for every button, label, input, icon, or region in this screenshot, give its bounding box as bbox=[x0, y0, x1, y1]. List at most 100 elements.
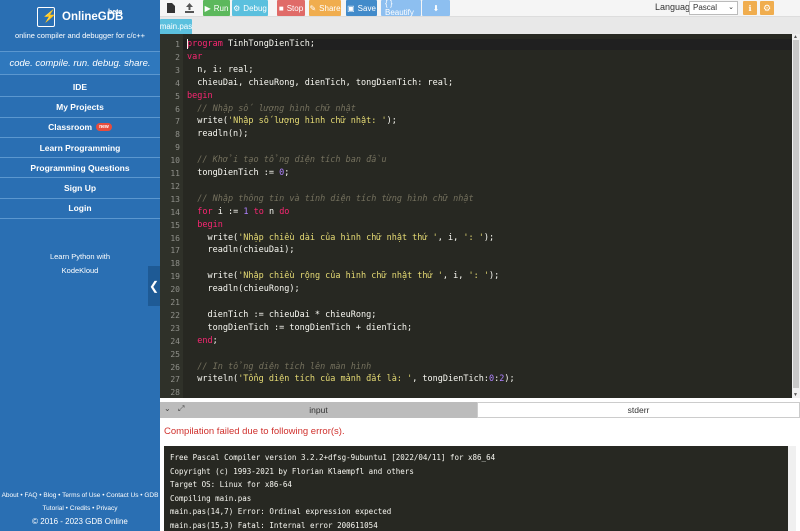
language-value: Pascal bbox=[693, 3, 717, 12]
code-line[interactable]: readln(chieuRong); bbox=[187, 284, 300, 294]
save-label: Save bbox=[358, 4, 376, 13]
run-button[interactable]: ▶Run bbox=[203, 0, 230, 16]
console-line: main.pas(14,7) Error: Ordinal expression… bbox=[170, 507, 391, 516]
editor-scrollbar[interactable]: ▲ ▼ bbox=[792, 34, 800, 398]
line-number: 28 bbox=[170, 388, 180, 397]
run-label: Run bbox=[214, 4, 229, 13]
line-number: 3 bbox=[175, 66, 180, 75]
stop-button[interactable]: ■Stop bbox=[277, 0, 305, 16]
code-line[interactable]: // In tổng diện tích lên màn hình bbox=[187, 362, 371, 372]
line-number: 14 bbox=[170, 208, 180, 217]
code-line[interactable]: begin bbox=[187, 91, 213, 101]
file-tab-main[interactable]: main.pas bbox=[160, 19, 192, 34]
line-number: 7 bbox=[175, 117, 180, 126]
debug-icon: ⚙ bbox=[233, 4, 240, 13]
code-line[interactable]: writeln('Tổng diện tích của mảnh đất là:… bbox=[187, 374, 515, 384]
share-label: Share bbox=[319, 4, 340, 13]
sidebar-item-label: Classroom bbox=[48, 122, 92, 132]
console-line: Target OS: Linux for x86-64 bbox=[170, 480, 292, 489]
line-number: 18 bbox=[170, 259, 180, 268]
sidebar-item-classroom[interactable]: Classroomnew bbox=[0, 118, 160, 138]
code-line[interactable]: var bbox=[187, 52, 202, 62]
line-number: 5 bbox=[175, 92, 180, 101]
code-line[interactable]: write('Nhập số lượng hình chữ nhật: '); bbox=[187, 116, 397, 126]
promo-link[interactable]: Learn Python with KodeKloud bbox=[0, 250, 160, 278]
line-number: 2 bbox=[175, 53, 180, 62]
beta-label: beta bbox=[108, 9, 122, 16]
line-number: 4 bbox=[175, 79, 180, 88]
console-line: Copyright (c) 1993-2021 by Florian Klaem… bbox=[170, 467, 414, 476]
sidebar-item-label: IDE bbox=[73, 82, 87, 92]
line-number: 15 bbox=[170, 221, 180, 230]
info-icon: ℹ bbox=[748, 4, 751, 13]
share-icon: ✎ bbox=[309, 4, 316, 13]
code-line[interactable]: tongDienTich := 0; bbox=[187, 168, 289, 178]
code-line[interactable]: program TinhTongDienTich; bbox=[187, 39, 315, 49]
download-button[interactable]: ⬇ bbox=[422, 0, 450, 16]
tagline: code. compile. run. debug. share. bbox=[0, 51, 160, 75]
line-number: 17 bbox=[170, 246, 180, 255]
code-line[interactable]: // Nhập số lượng hình chữ nhật bbox=[187, 104, 356, 114]
share-button[interactable]: ✎Share bbox=[309, 0, 341, 16]
beautify-label: { } Beautify bbox=[385, 0, 417, 17]
code-line[interactable]: tongDienTich := tongDienTich + dienTich; bbox=[187, 323, 412, 333]
new-file-icon[interactable] bbox=[164, 1, 178, 15]
line-number: 21 bbox=[170, 298, 180, 307]
sidebar: ⚡ OnlineGDB beta online compiler and deb… bbox=[0, 0, 160, 531]
code-line[interactable]: write('Nhập chiều rộng của hình chữ nhật… bbox=[187, 271, 499, 281]
code-line[interactable]: begin bbox=[187, 220, 223, 230]
stop-icon: ■ bbox=[279, 4, 284, 13]
save-button[interactable]: ▣Save bbox=[346, 0, 377, 16]
play-icon: ▶ bbox=[205, 4, 211, 13]
line-number: 26 bbox=[170, 363, 180, 372]
upload-icon[interactable] bbox=[182, 1, 196, 15]
code-line[interactable]: readln(chieuDai); bbox=[187, 245, 294, 255]
info-button[interactable]: ℹ bbox=[743, 1, 757, 15]
sidebar-item-login[interactable]: Login bbox=[0, 199, 160, 219]
copyright: © 2016 - 2023 GDB Online bbox=[0, 517, 160, 526]
debug-button[interactable]: ⚙Debug bbox=[232, 0, 268, 16]
console-scrollbar[interactable] bbox=[788, 446, 796, 531]
toolbar: ▶Run ⚙Debug ■Stop ✎Share ▣Save { } Beaut… bbox=[160, 0, 800, 17]
line-number: 25 bbox=[170, 350, 180, 359]
line-number: 24 bbox=[170, 337, 180, 346]
line-number: 1 bbox=[175, 40, 180, 49]
language-select[interactable]: Pascal⌄ bbox=[689, 1, 738, 15]
code-editor[interactable]: 1234567891011121314151617181920212223242… bbox=[160, 34, 792, 398]
text-cursor bbox=[187, 39, 188, 49]
footer-links-line-2[interactable]: Tutorial • Credits • Privacy bbox=[0, 502, 160, 515]
line-number: 16 bbox=[170, 234, 180, 243]
sidebar-item-learn-programming[interactable]: Learn Programming bbox=[0, 138, 160, 158]
console-line: main.pas(15,3) Fatal: Internal error 200… bbox=[170, 521, 378, 530]
sidebar-item-sign-up[interactable]: Sign Up bbox=[0, 178, 160, 198]
code-line[interactable]: n, i: real; bbox=[187, 65, 254, 75]
scrollbar-thumb[interactable] bbox=[793, 40, 799, 388]
code-line[interactable]: for i := 1 to n do bbox=[187, 207, 289, 217]
code-line[interactable]: // Nhập thông tin và tính diện tích từng… bbox=[187, 194, 474, 204]
sidebar-item-programming-questions[interactable]: Programming Questions bbox=[0, 158, 160, 178]
app-root: ⚡ OnlineGDB beta online compiler and deb… bbox=[0, 0, 800, 531]
beautify-button[interactable]: { } Beautify bbox=[381, 0, 421, 16]
settings-button[interactable]: ⚙ bbox=[760, 1, 774, 15]
code-line[interactable]: // Khởi tạo tổng diện tích ban đầu bbox=[187, 155, 387, 165]
code-line[interactable]: readln(n); bbox=[187, 129, 248, 139]
scroll-down-icon[interactable]: ▼ bbox=[793, 392, 798, 398]
tab-input[interactable]: input bbox=[160, 402, 477, 418]
tab-stderr[interactable]: stderr bbox=[477, 402, 800, 418]
sidebar-item-label: Sign Up bbox=[64, 183, 96, 193]
collapse-sidebar-button[interactable]: ❮ bbox=[148, 266, 160, 306]
line-number: 19 bbox=[170, 272, 180, 281]
code-line[interactable]: write('Nhập chiều dài của hình chữ nhật … bbox=[187, 233, 494, 243]
code-line[interactable]: dienTich := chieuDai * chieuRong; bbox=[187, 310, 376, 320]
chevron-left-icon: ❮ bbox=[149, 279, 159, 293]
code-line[interactable]: chieuDai, chieuRong, dienTich, tongDienT… bbox=[187, 78, 453, 88]
console-output[interactable]: Free Pascal Compiler version 3.2.2+dfsg-… bbox=[164, 446, 788, 531]
code-line[interactable]: end; bbox=[187, 336, 218, 346]
promo-line-2: KodeKloud bbox=[0, 264, 160, 278]
footer-links-line-1[interactable]: About • FAQ • Blog • Terms of Use • Cont… bbox=[0, 489, 160, 502]
compile-error-message: Compilation failed due to following erro… bbox=[164, 426, 345, 437]
sidebar-item-my-projects[interactable]: My Projects bbox=[0, 97, 160, 117]
sidebar-item-ide[interactable]: IDE bbox=[0, 77, 160, 97]
console-line: Compiling main.pas bbox=[170, 494, 251, 503]
gear-icon: ⚙ bbox=[763, 3, 771, 14]
